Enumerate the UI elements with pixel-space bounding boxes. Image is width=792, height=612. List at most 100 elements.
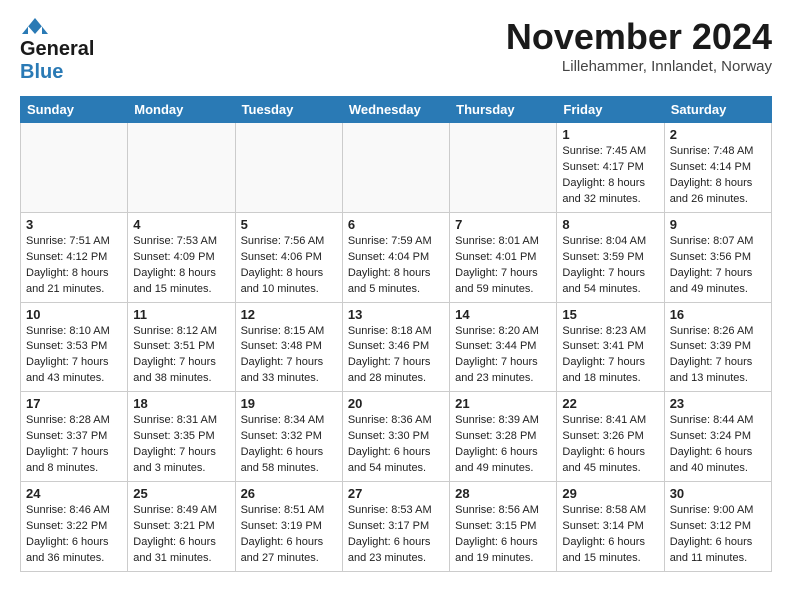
day-info: Sunrise: 8:18 AM Sunset: 3:46 PM Dayligh…	[348, 324, 444, 388]
day-number: 23	[670, 396, 766, 411]
calendar-cell: 25 Sunrise: 8:49 AM Sunset: 3:21 PM Dayli…	[128, 482, 235, 572]
logo-general: General	[20, 38, 94, 61]
logo-icon	[20, 16, 50, 38]
calendar-cell: 15Sunrise: 8:23 AM Sunset: 3:41 PM Dayli…	[557, 302, 664, 392]
calendar-cell: 8Sunrise: 8:04 AM Sunset: 3:59 PM Daylig…	[557, 212, 664, 302]
day-info: Sunrise: 8:31 AM Sunset: 3:35 PM Dayligh…	[133, 413, 229, 477]
weekday-header-sunday: Sunday	[21, 97, 128, 123]
day-number: 20	[348, 396, 444, 411]
weekday-header-tuesday: Tuesday	[235, 97, 342, 123]
calendar-cell: 6Sunrise: 7:59 AM Sunset: 4:04 PM Daylig…	[342, 212, 449, 302]
day-info: Sunrise: 8:26 AM Sunset: 3:39 PM Dayligh…	[670, 324, 766, 388]
day-number: 22	[562, 396, 658, 411]
calendar-cell	[128, 123, 235, 213]
month-title: November 2024	[506, 16, 772, 58]
day-number: 26	[241, 486, 337, 501]
calendar-cell: 21 Sunrise: 8:39 AM Sunset: 3:28 PM Dayli…	[450, 392, 557, 482]
day-number: 24	[26, 486, 122, 501]
calendar-cell: 14Sunrise: 8:20 AM Sunset: 3:44 PM Dayli…	[450, 302, 557, 392]
calendar-cell: 9 Sunrise: 8:07 AM Sunset: 3:56 PM Daylig…	[664, 212, 771, 302]
weekday-header-saturday: Saturday	[664, 97, 771, 123]
calendar-cell: 26 Sunrise: 8:51 AM Sunset: 3:19 PM Dayli…	[235, 482, 342, 572]
calendar-cell: 4 Sunrise: 7:53 AM Sunset: 4:09 PM Daylig…	[128, 212, 235, 302]
day-info: Sunrise: 9:00 AM Sunset: 3:12 PM Dayligh…	[670, 503, 766, 567]
location: Lillehammer, Innlandet, Norway	[506, 58, 772, 75]
day-info: Sunrise: 7:48 AM Sunset: 4:14 PM Dayligh…	[670, 144, 766, 208]
day-info: Sunrise: 8:15 AM Sunset: 3:48 PM Dayligh…	[241, 324, 337, 388]
day-number: 4	[133, 217, 229, 232]
calendar-cell: 16 Sunrise: 8:26 AM Sunset: 3:39 PM Dayli…	[664, 302, 771, 392]
day-info: Sunrise: 8:53 AM Sunset: 3:17 PM Dayligh…	[348, 503, 444, 567]
calendar-cell: 11Sunrise: 8:12 AM Sunset: 3:51 PM Dayli…	[128, 302, 235, 392]
day-info: Sunrise: 8:36 AM Sunset: 3:30 PM Dayligh…	[348, 413, 444, 477]
day-info: Sunrise: 8:12 AM Sunset: 3:51 PM Dayligh…	[133, 324, 229, 388]
day-info: Sunrise: 7:51 AM Sunset: 4:12 PM Dayligh…	[26, 234, 122, 298]
calendar-cell: 7Sunrise: 8:01 AM Sunset: 4:01 PM Daylig…	[450, 212, 557, 302]
weekday-header-row: SundayMondayTuesdayWednesdayThursdayFrid…	[21, 97, 772, 123]
day-info: Sunrise: 8:28 AM Sunset: 3:37 PM Dayligh…	[26, 413, 122, 477]
day-info: Sunrise: 8:56 AM Sunset: 3:15 PM Dayligh…	[455, 503, 551, 567]
calendar-cell: 1 Sunrise: 7:45 AM Sunset: 4:17 PM Daylig…	[557, 123, 664, 213]
calendar-cell: 30 Sunrise: 9:00 AM Sunset: 3:12 PM Dayli…	[664, 482, 771, 572]
day-info: Sunrise: 7:53 AM Sunset: 4:09 PM Dayligh…	[133, 234, 229, 298]
calendar-cell: 27 Sunrise: 8:53 AM Sunset: 3:17 PM Dayli…	[342, 482, 449, 572]
day-info: Sunrise: 8:51 AM Sunset: 3:19 PM Dayligh…	[241, 503, 337, 567]
calendar-cell	[450, 123, 557, 213]
day-info: Sunrise: 8:39 AM Sunset: 3:28 PM Dayligh…	[455, 413, 551, 477]
calendar-cell: 18 Sunrise: 8:31 AM Sunset: 3:35 PM Dayli…	[128, 392, 235, 482]
calendar-cell: 19Sunrise: 8:34 AM Sunset: 3:32 PM Dayli…	[235, 392, 342, 482]
day-info: Sunrise: 8:20 AM Sunset: 3:44 PM Dayligh…	[455, 324, 551, 388]
calendar-week-4: 24 Sunrise: 8:46 AM Sunset: 3:22 PM Dayli…	[21, 482, 772, 572]
day-info: Sunrise: 8:10 AM Sunset: 3:53 PM Dayligh…	[26, 324, 122, 388]
day-number: 8	[562, 217, 658, 232]
calendar-week-2: 10 Sunrise: 8:10 AM Sunset: 3:53 PM Dayli…	[21, 302, 772, 392]
day-number: 10	[26, 307, 122, 322]
weekday-header-thursday: Thursday	[450, 97, 557, 123]
calendar-cell: 28 Sunrise: 8:56 AM Sunset: 3:15 PM Dayli…	[450, 482, 557, 572]
day-number: 29	[562, 486, 658, 501]
day-info: Sunrise: 8:07 AM Sunset: 3:56 PM Dayligh…	[670, 234, 766, 298]
day-info: Sunrise: 8:23 AM Sunset: 3:41 PM Dayligh…	[562, 324, 658, 388]
calendar-cell: 29 Sunrise: 8:58 AM Sunset: 3:14 PM Dayli…	[557, 482, 664, 572]
day-number: 25	[133, 486, 229, 501]
day-number: 2	[670, 127, 766, 142]
day-info: Sunrise: 8:58 AM Sunset: 3:14 PM Dayligh…	[562, 503, 658, 567]
day-info: Sunrise: 8:41 AM Sunset: 3:26 PM Dayligh…	[562, 413, 658, 477]
weekday-header-monday: Monday	[128, 97, 235, 123]
day-number: 12	[241, 307, 337, 322]
calendar-cell: 13Sunrise: 8:18 AM Sunset: 3:46 PM Dayli…	[342, 302, 449, 392]
weekday-header-wednesday: Wednesday	[342, 97, 449, 123]
calendar-cell: 3 Sunrise: 7:51 AM Sunset: 4:12 PM Daylig…	[21, 212, 128, 302]
header: General Blue November 2024 Lillehammer, …	[20, 16, 772, 84]
weekday-header-friday: Friday	[557, 97, 664, 123]
day-info: Sunrise: 7:45 AM Sunset: 4:17 PM Dayligh…	[562, 144, 658, 208]
calendar-cell: 5 Sunrise: 7:56 AM Sunset: 4:06 PM Daylig…	[235, 212, 342, 302]
calendar-cell	[342, 123, 449, 213]
calendar-cell	[21, 123, 128, 213]
day-info: Sunrise: 7:56 AM Sunset: 4:06 PM Dayligh…	[241, 234, 337, 298]
day-number: 9	[670, 217, 766, 232]
day-number: 28	[455, 486, 551, 501]
day-number: 17	[26, 396, 122, 411]
day-info: Sunrise: 8:49 AM Sunset: 3:21 PM Dayligh…	[133, 503, 229, 567]
day-number: 27	[348, 486, 444, 501]
calendar-cell: 12 Sunrise: 8:15 AM Sunset: 3:48 PM Dayli…	[235, 302, 342, 392]
day-info: Sunrise: 8:46 AM Sunset: 3:22 PM Dayligh…	[26, 503, 122, 567]
day-number: 1	[562, 127, 658, 142]
day-number: 30	[670, 486, 766, 501]
day-number: 21	[455, 396, 551, 411]
day-number: 5	[241, 217, 337, 232]
title-block: November 2024 Lillehammer, Innlandet, No…	[506, 16, 772, 75]
calendar-cell: 10 Sunrise: 8:10 AM Sunset: 3:53 PM Dayli…	[21, 302, 128, 392]
day-number: 19	[241, 396, 337, 411]
day-number: 3	[26, 217, 122, 232]
calendar-cell: 22 Sunrise: 8:41 AM Sunset: 3:26 PM Dayli…	[557, 392, 664, 482]
day-number: 16	[670, 307, 766, 322]
day-number: 18	[133, 396, 229, 411]
calendar-cell: 23Sunrise: 8:44 AM Sunset: 3:24 PM Dayli…	[664, 392, 771, 482]
calendar-cell	[235, 123, 342, 213]
calendar-week-1: 3 Sunrise: 7:51 AM Sunset: 4:12 PM Daylig…	[21, 212, 772, 302]
calendar-cell: 17 Sunrise: 8:28 AM Sunset: 3:37 PM Dayli…	[21, 392, 128, 482]
calendar-cell: 20 Sunrise: 8:36 AM Sunset: 3:30 PM Dayli…	[342, 392, 449, 482]
day-number: 7	[455, 217, 551, 232]
